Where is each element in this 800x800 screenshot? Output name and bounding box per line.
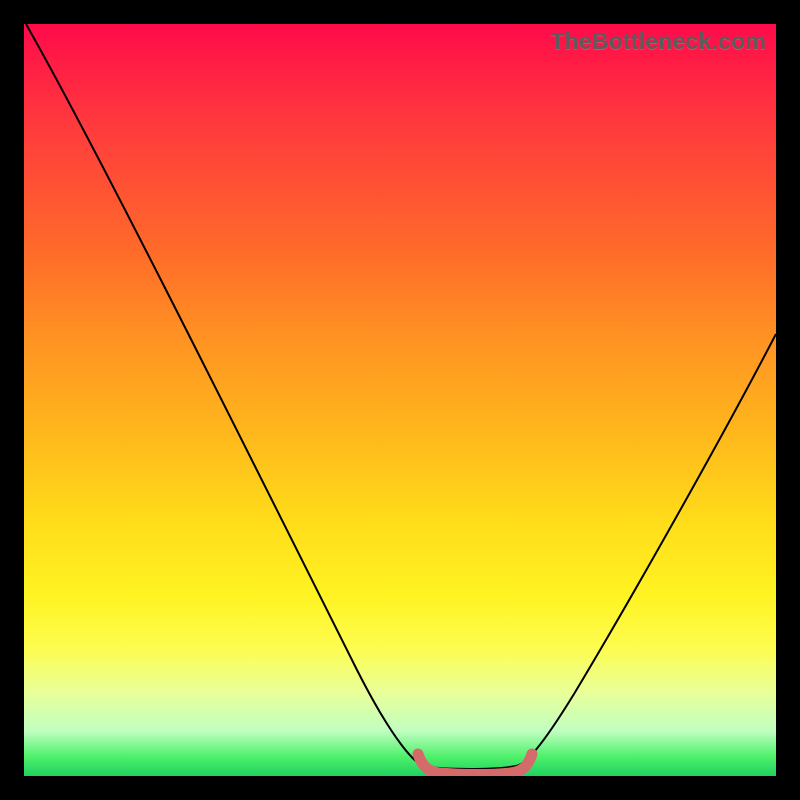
main-curve-path: [26, 24, 776, 769]
chart-frame: TheBottleneck.com: [24, 24, 776, 776]
chart-curve: [24, 24, 776, 776]
valley-highlight-path: [418, 754, 532, 775]
